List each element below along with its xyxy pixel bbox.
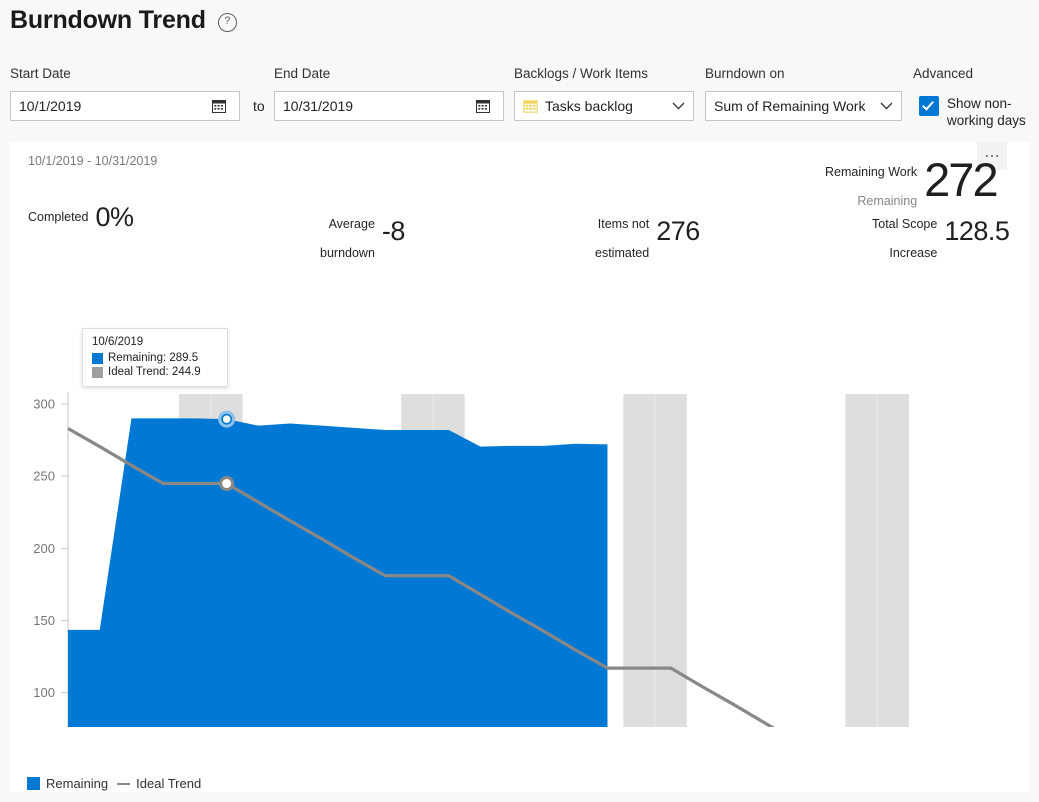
chart-date-range: 10/1/2019 - 10/31/2019: [28, 154, 158, 168]
filters-toolbar: Start Date to End Date Backlogs / Work I…: [0, 60, 1039, 138]
burndown-chart: 05010015020025030010/1/201910/2/201910/3…: [10, 237, 1029, 727]
checkbox-checked-icon[interactable]: [919, 96, 939, 116]
advanced-label: Advanced: [913, 66, 974, 81]
y-axis-label: 100: [33, 685, 55, 700]
tooltip-date: 10/6/2019: [92, 336, 144, 348]
kpi-remaining-work: Remaining Work Remaining 272: [825, 150, 999, 208]
legend-label-remaining: Remaining: [46, 776, 109, 791]
kpi-completed: Completed 0%: [28, 202, 134, 233]
burndown-on-label: Burndown on: [705, 66, 785, 81]
remaining-area-series[interactable]: [68, 418, 608, 727]
y-axis-label: 250: [33, 469, 55, 484]
legend-swatch-ideal-trend: [117, 782, 131, 785]
chevron-down-icon[interactable]: [672, 102, 685, 110]
tooltip-row-remaining: Remaining: 289.5: [92, 352, 218, 364]
kpi-items-not-estimated-label: Items not: [597, 216, 650, 231]
kpi-completed-label: Completed: [28, 210, 89, 225]
start-date-field[interactable]: [10, 91, 240, 121]
help-icon[interactable]: ?: [217, 13, 237, 32]
show-non-working-days-label: Show non-working days: [947, 96, 1026, 128]
end-date-input[interactable]: [275, 92, 475, 120]
show-non-working-days-checkbox[interactable]: Show non-working days: [919, 95, 1039, 129]
chevron-down-icon[interactable]: [880, 102, 893, 110]
end-date-field[interactable]: [274, 91, 504, 121]
to-label: to: [253, 98, 265, 114]
chart-tooltip: 10/6/2019 Remaining: 289.5 Ideal Trend: …: [82, 328, 228, 387]
page-header: Burndown Trend ?: [10, 6, 237, 35]
legend-item-remaining[interactable]: Remaining: [27, 776, 108, 791]
calendar-icon[interactable]: [211, 98, 233, 114]
burndown-chart-card: 10/1/2019 - 10/31/2019 Completed 0% Aver…: [10, 142, 1029, 792]
burndown-trend-page: Burndown Trend ? Start Date to End Date …: [0, 0, 1039, 802]
y-axis-label: 200: [33, 541, 55, 556]
y-axis-label: 150: [33, 613, 55, 628]
kpi-remaining-work-value: 272: [924, 152, 998, 206]
y-axis-label: 300: [33, 397, 55, 412]
chart-canvas[interactable]: 05010015020025030010/1/201910/2/201910/3…: [10, 237, 1029, 727]
backlog-grid-icon: [523, 99, 538, 114]
kpi-total-scope-increase-label: Total Scope: [872, 216, 938, 231]
start-date-label: Start Date: [10, 66, 71, 81]
chart-legend: Remaining Ideal Trend: [27, 776, 201, 791]
backlog-value: Tasks backlog: [545, 98, 633, 114]
kpi-average-burndown-label: Average: [328, 216, 375, 231]
page-title: Burndown Trend: [10, 6, 206, 34]
tooltip-text-ideal-trend: Ideal Trend: 244.9: [108, 366, 201, 378]
calendar-icon[interactable]: [475, 98, 497, 114]
burndown-on-value: Sum of Remaining Work: [714, 98, 866, 114]
kpi-completed-value: 0%: [95, 202, 134, 232]
kpi-remaining-work-label: Remaining Work: [825, 164, 918, 179]
remaining-data-point[interactable]: [221, 413, 233, 425]
start-date-input[interactable]: [11, 92, 211, 120]
backlog-label: Backlogs / Work Items: [514, 66, 649, 81]
legend-label-ideal-trend: Ideal Trend: [136, 776, 202, 791]
backlog-dropdown[interactable]: Tasks backlog: [514, 91, 694, 121]
tooltip-row-ideal-trend: Ideal Trend: 244.9: [92, 366, 218, 378]
tooltip-text-remaining: Remaining: 289.5: [108, 352, 199, 364]
end-date-label: End Date: [274, 66, 331, 81]
legend-swatch-remaining: [27, 777, 40, 790]
tooltip-swatch-ideal-trend: [92, 366, 103, 378]
ideal-trend-data-point[interactable]: [219, 476, 235, 492]
tooltip-swatch-remaining: [92, 352, 103, 364]
legend-item-ideal-trend[interactable]: Ideal Trend: [117, 776, 201, 791]
burndown-on-dropdown[interactable]: Sum of Remaining Work: [705, 91, 902, 121]
